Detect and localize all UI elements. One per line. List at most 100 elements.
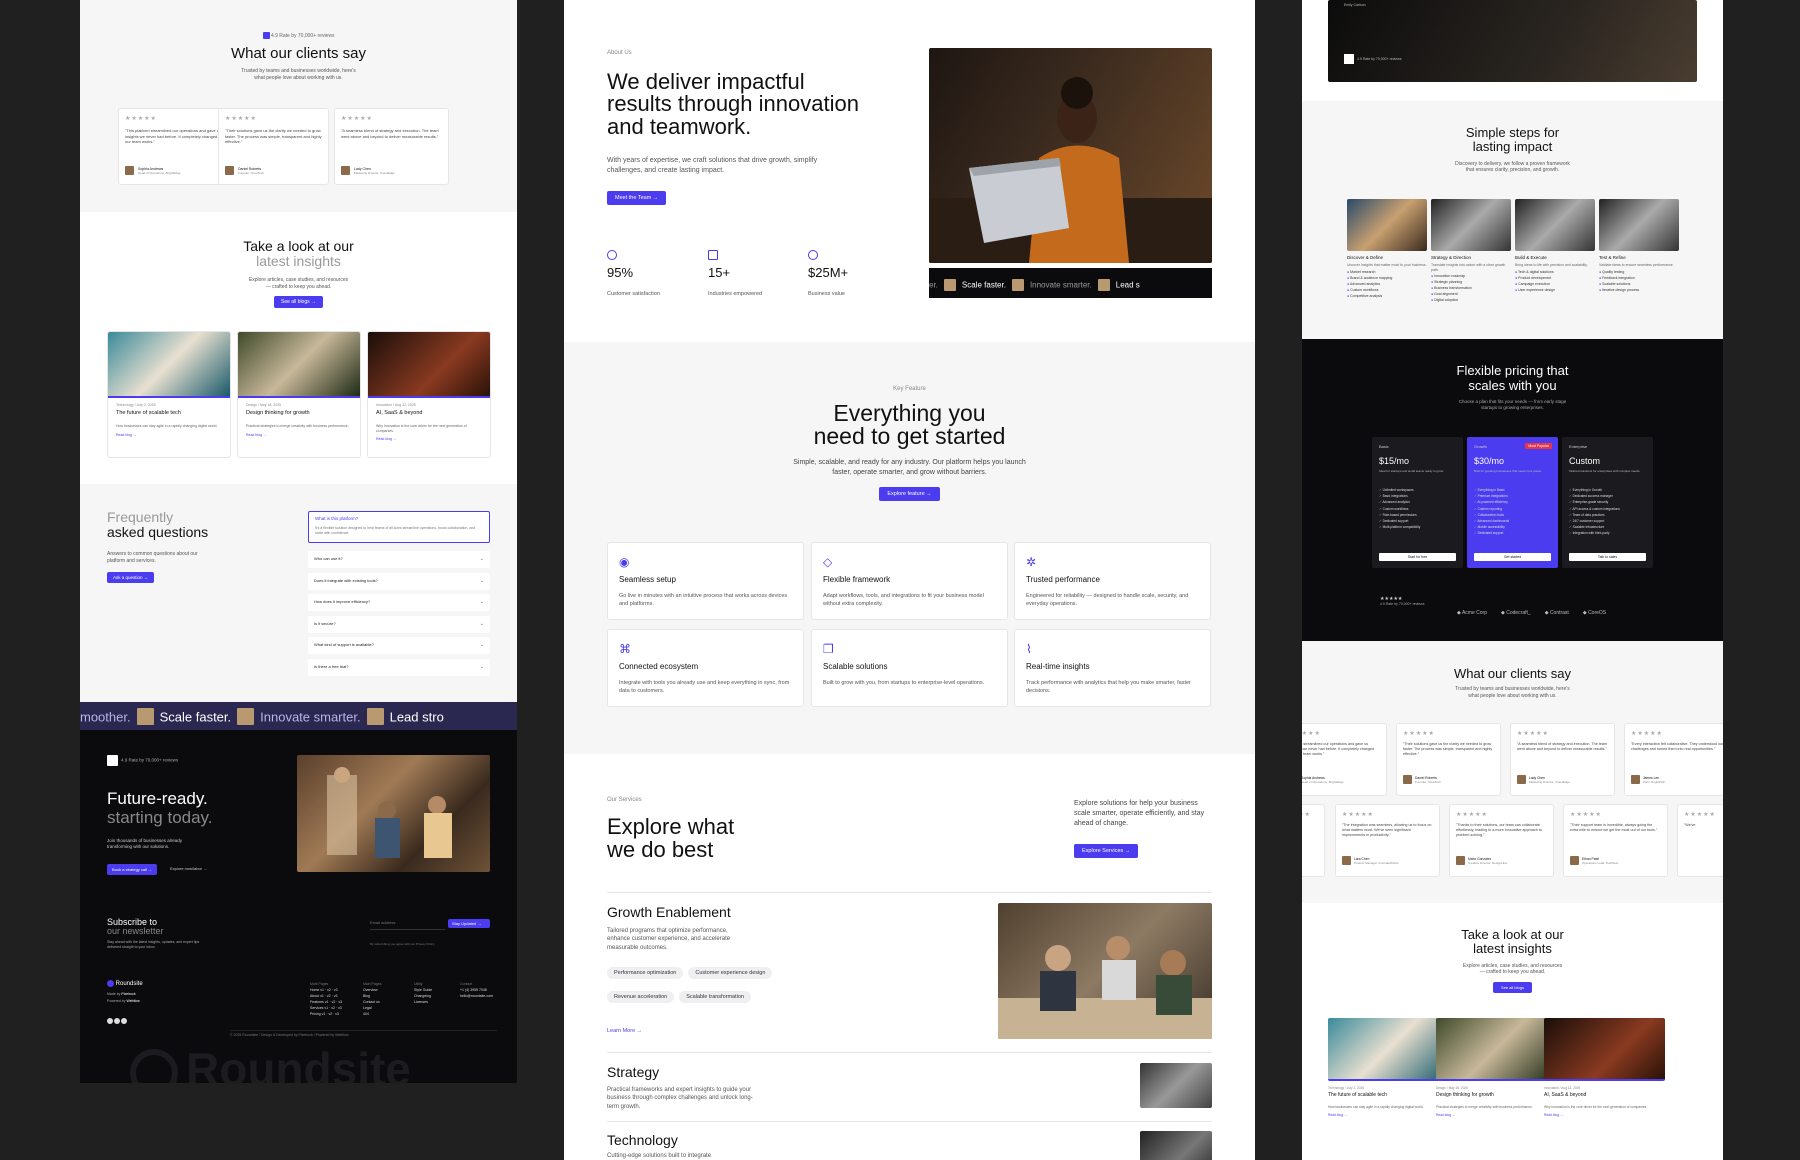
footer-link[interactable]: About v1 · v2 · v3 xyxy=(310,994,342,1000)
faq-item[interactable]: Is it secure? ⌄ xyxy=(308,615,490,633)
features-eyebrow: Key Feature xyxy=(893,386,926,392)
blog-card[interactable]: Technology / July 2, 2025 The future of s… xyxy=(1328,1018,1449,1138)
plan-desc: Ideal for startups and small teams ready… xyxy=(1379,469,1444,473)
plan-cta-button[interactable]: Start for free xyxy=(1379,553,1456,561)
read-blog-link[interactable]: Read blog → xyxy=(376,437,482,441)
footer-link[interactable]: Contact us xyxy=(363,1000,381,1006)
footer-link[interactable]: Changelog xyxy=(414,994,432,1000)
footer-link[interactable]: hello@roundsite.com xyxy=(460,994,493,1000)
blog-card[interactable]: Design / May 18, 2025 Design thinking for… xyxy=(237,331,361,458)
book-call-button[interactable]: Book a strategy call → xyxy=(107,864,158,875)
see-all-blogs-button[interactable]: See all blogs → xyxy=(273,296,324,309)
newsletter-note: By subscribing you agree with our Privac… xyxy=(370,942,435,946)
blog-desc: How businesses can stay agile in a rapid… xyxy=(116,424,218,428)
faq-item[interactable]: How does it improve efficiency? ⌄ xyxy=(308,594,490,611)
chevron-down-icon: ⌄ xyxy=(479,642,484,648)
right-see-all-blogs-button[interactable]: See all blogs xyxy=(1493,982,1532,994)
plan-desc: Tailored solutions for enterprises with … xyxy=(1569,469,1641,473)
pricing-subtitle: Choose a plan that fits your needs — fro… xyxy=(1458,398,1567,411)
learn-more-link[interactable]: Learn More → xyxy=(607,1028,642,1034)
footer-link[interactable]: Style Guide xyxy=(414,988,432,994)
faq-item[interactable]: What kind of support is available? ⌄ xyxy=(308,637,490,654)
features-section: Key Feature Everything you need to get st… xyxy=(564,342,1255,754)
footer-link[interactable]: 404 xyxy=(363,1012,381,1018)
step-bullet: ● Product development xyxy=(1515,275,1552,280)
step-bullet: ● Campaign execution xyxy=(1515,281,1551,286)
footer-link[interactable]: Licenses xyxy=(414,1000,432,1006)
step-photo xyxy=(1599,199,1679,251)
explore-services-button[interactable]: Explore Services → xyxy=(1074,844,1139,858)
testimonial-card: ★★★★★ "Their solutions gave us the clarit… xyxy=(218,108,329,185)
footer-link[interactable]: Pricing v1 · v2 · v3 xyxy=(310,1012,342,1018)
read-blog-link[interactable]: Read blog → xyxy=(116,433,222,437)
footer-link-column: Main Pages Overview Blog Contact us Legal 404 xyxy=(363,982,381,1018)
step-bullet: ● Competitive analysis xyxy=(1347,293,1383,298)
newsletter-subtitle: Stay ahead with the latest insights, upd… xyxy=(107,940,200,949)
plan-features: ✓ Everything in Growth ✓ Dedicated succes… xyxy=(1569,488,1620,536)
plan-cta-button[interactable]: Talk to sales xyxy=(1569,553,1646,561)
step-title: Build & Execute xyxy=(1515,255,1547,260)
service-title-growth: Growth Enablement xyxy=(607,904,731,920)
plan-feature: 24/7 customer support xyxy=(1572,518,1605,523)
step-bullet: ● Iterative design process xyxy=(1599,287,1640,292)
smile-icon xyxy=(607,250,617,260)
blog-card[interactable]: Innovation / Aug 12, 2025 AI, SaaS & beyo… xyxy=(1544,1018,1665,1138)
footer-link[interactable]: Services v1 · v2 · v3 xyxy=(310,1006,342,1012)
blog-card[interactable]: Technology / July 2, 2025 The future of s… xyxy=(107,331,231,458)
chevron-down-icon: ⌄ xyxy=(479,556,484,562)
footer-brand: Roundsite xyxy=(107,980,143,987)
wifi-signal-icon: ◉ xyxy=(619,555,630,569)
linkedin-icon[interactable] xyxy=(121,1018,127,1024)
explore-link[interactable]: Explore now/labor → xyxy=(170,866,207,871)
testimonial-quote: "We've xyxy=(1684,823,1696,827)
faq-section: Frequently asked questions Answers to com… xyxy=(80,484,517,702)
right-testimonials-title: What our clients say xyxy=(1453,666,1572,681)
read-blog-link[interactable]: Read blog → xyxy=(1328,1113,1449,1117)
pricing-rating: ★★★★★ 4.9 Rate by 70,000+ reviews xyxy=(1380,596,1425,606)
diamond-icon: ◇ xyxy=(823,555,833,569)
feature-desc: Track performance with analytics that he… xyxy=(1026,680,1191,694)
marquee-text: Scale faster. xyxy=(961,280,1006,290)
section-title: What our clients say xyxy=(230,45,367,62)
plan-cta-button[interactable]: Get started xyxy=(1474,553,1551,561)
read-blog-link[interactable]: Read blog → xyxy=(1436,1113,1557,1117)
step-bullet: ● Strategic planning xyxy=(1431,280,1463,285)
stat-value: $25M+ xyxy=(808,265,849,280)
marquee-text: Scale faster. xyxy=(159,709,232,725)
partner-logo: ◆ Contrast xyxy=(1544,610,1569,616)
faq-item[interactable]: Does it integrate with existing tools? ⌄ xyxy=(308,572,490,590)
testimonial-card: ★★★★★ "Thanks to their solutions, our tea… xyxy=(1449,804,1554,877)
meet-team-button[interactable]: Meet the Team → xyxy=(607,191,667,205)
step-desc: Uncover insights that matter most to you… xyxy=(1347,263,1427,267)
stay-updated-button[interactable]: Stay Updated → xyxy=(448,919,490,928)
marquee-avatar xyxy=(366,708,384,726)
blog-meta: Technology / July 2, 2025 xyxy=(1328,1086,1364,1090)
blog-card[interactable]: Design / May 18, 2025 Design thinking for… xyxy=(1436,1018,1557,1138)
footer-link[interactable]: Home v1 · v2 · v3 xyxy=(310,988,342,994)
email-input[interactable]: Email address xyxy=(370,920,445,930)
footer-watermark: Roundsite xyxy=(130,1042,411,1083)
testimonial-card: ★★★★★ "Their solutions gave us the clarit… xyxy=(1396,723,1501,796)
step-bullet: ● Business transformation xyxy=(1431,286,1472,291)
read-blog-link[interactable]: Read blog → xyxy=(1544,1113,1665,1117)
partner-logo: ◆ CoreOS xyxy=(1582,610,1607,616)
instagram-icon[interactable] xyxy=(114,1018,120,1024)
testimonial-author: Sophia Andrews Head of Operations, Bright… xyxy=(125,166,226,175)
cta-footer-section: 4.9 Rate by 70,000+ reviews Future-ready… xyxy=(80,730,517,1083)
x-icon[interactable] xyxy=(107,1018,113,1024)
faq-item-open[interactable]: What is this platform? It's a flexible s… xyxy=(308,511,490,543)
right-hero-strip: Emily Carlson 4.9 Rate by 70,000+ review… xyxy=(1302,0,1723,101)
read-blog-link[interactable]: Read blog → xyxy=(246,433,352,437)
explore-feature-button[interactable]: Explore feature → xyxy=(879,486,940,501)
faq-question: What is this platform? xyxy=(315,516,359,521)
chart-icon: ⌇ xyxy=(1026,642,1032,656)
blog-card[interactable]: Innovation / Aug 12, 2025 AI, SaaS & beyo… xyxy=(367,331,491,458)
step-bullet: ● Scalable solutions xyxy=(1599,281,1631,286)
star-rating: ★★★★★ xyxy=(125,116,157,122)
network-icon: ⌘ xyxy=(619,642,631,656)
faq-item[interactable]: Who can use it? ⌄ xyxy=(308,551,490,568)
middle-page-column: About Us We deliver impactful results thr… xyxy=(564,0,1255,1160)
footer-link[interactable]: Features v1 · v2 · v3 xyxy=(310,1000,342,1006)
faq-item[interactable]: Is there a free trial? ⌄ xyxy=(308,658,490,676)
ask-question-button[interactable]: Ask a question → xyxy=(107,572,155,584)
